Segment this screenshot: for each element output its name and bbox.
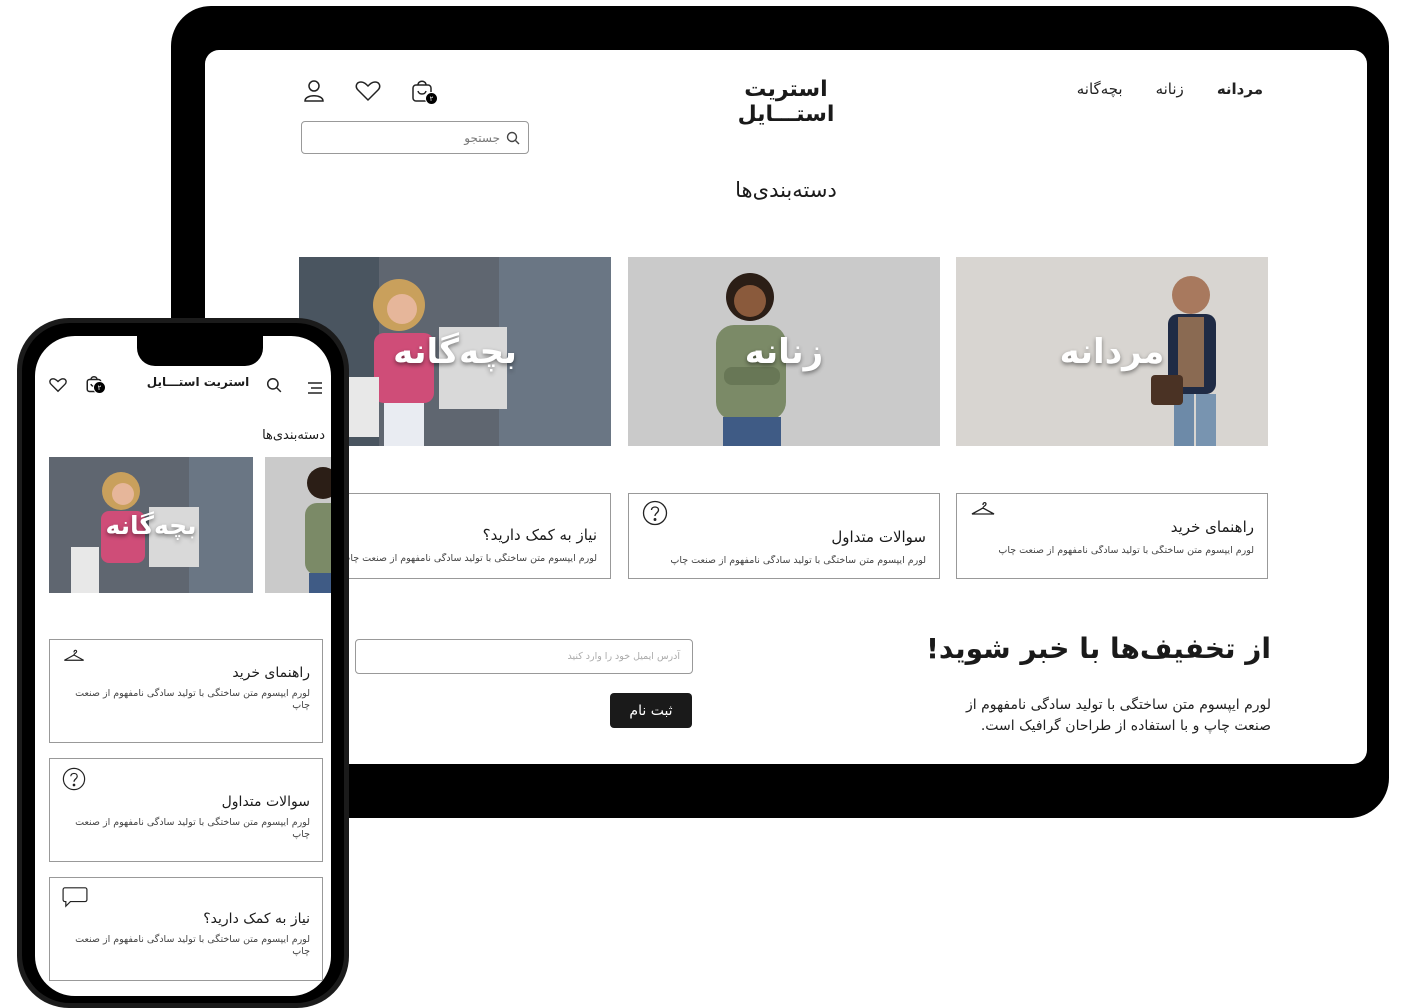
info-card-title: راهنمای خرید — [232, 665, 310, 681]
cart-count-badge: ۲ — [93, 381, 106, 394]
info-card-title: سوالات متداول — [831, 528, 926, 546]
newsletter-text: لورم ایپسوم متن ساختگی با تولید سادگی نا… — [965, 697, 1271, 734]
newsletter-title: از تخفیف‌ها با خبر شوید! — [926, 632, 1271, 665]
nav-men[interactable]: مردانه — [1217, 80, 1263, 98]
cart-icon[interactable]: ۲ — [409, 78, 438, 105]
main-nav: مردانه زنانه بچه‌گانه — [1077, 80, 1263, 98]
menu-icon[interactable] — [307, 379, 323, 398]
mobile-screen: ۲ استریت استـــایل دسته‌بندی‌ها — [35, 336, 331, 996]
info-card-desc: لورم ایپسوم متن ساختگی با تولید سادگی نا… — [75, 817, 310, 840]
info-card-desc: لورم ایپسوم متن ساختگی با تولید سادگی نا… — [341, 553, 597, 564]
tablet-frame: مردانه زنانه بچه‌گانه استریت استـــایل ۲… — [171, 6, 1389, 818]
info-card-desc: لورم ایپسوم متن ساختگی با تولید سادگی نا… — [670, 555, 926, 566]
email-field[interactable]: آدرس ایمیل خود را وارد کنید — [355, 639, 693, 674]
info-card-faq[interactable]: سوالات متداول لورم ایپسوم متن ساختگی با … — [628, 493, 940, 579]
info-card-title: سوالات متداول — [221, 794, 310, 810]
hanger-icon — [64, 649, 84, 661]
category-label: زنانه — [744, 331, 824, 372]
phone-frame: ۲ استریت استـــایل دسته‌بندی‌ها — [17, 318, 349, 1008]
phone-notch — [137, 336, 263, 366]
question-icon — [62, 767, 86, 791]
question-icon — [642, 500, 668, 526]
search-icon — [506, 131, 520, 144]
heart-icon[interactable] — [49, 377, 67, 397]
hanger-icon — [971, 501, 995, 515]
categories-title: دسته‌بندی‌ها — [262, 428, 325, 443]
info-card-desc: لورم ایپسوم متن ساختگی با تولید سادگی نا… — [75, 934, 310, 957]
cart-count-badge: ۲ — [425, 92, 438, 105]
category-card-women[interactable]: زنانه — [628, 257, 940, 446]
site-logo[interactable]: استریت استـــایل — [143, 375, 253, 389]
search-icon[interactable] — [266, 377, 282, 397]
chat-icon — [62, 887, 88, 908]
category-label: بچه‌گانه — [105, 510, 197, 540]
info-card-shopping-guide[interactable]: راهنمای خرید لورم ایپسوم متن ساختگی با ت… — [956, 493, 1268, 579]
category-card-women[interactable] — [265, 457, 331, 593]
categories-title: دسته‌بندی‌ها — [735, 178, 837, 202]
category-label: مردانه — [1059, 331, 1165, 372]
nav-kids[interactable]: بچه‌گانه — [1077, 80, 1123, 98]
desktop-screen: مردانه زنانه بچه‌گانه استریت استـــایل ۲… — [205, 50, 1367, 764]
subscribe-button[interactable]: ثبت نام — [610, 693, 692, 728]
user-icon[interactable] — [301, 78, 327, 104]
info-card-title: نیاز به کمک دارید؟ — [203, 911, 310, 927]
info-card-desc: لورم ایپسوم متن ساختگی با تولید سادگی نا… — [75, 688, 310, 711]
cart-icon[interactable]: ۲ — [85, 375, 106, 394]
info-card-title: نیاز به کمک دارید؟ — [482, 526, 597, 544]
info-card-help[interactable]: نیاز به کمک دارید؟ لورم ایپسوم متن ساختگ… — [49, 877, 323, 981]
info-card-title: راهنمای خرید — [1170, 518, 1254, 536]
search-input[interactable]: جستجو — [301, 121, 529, 154]
category-card-men[interactable]: مردانه — [956, 257, 1268, 446]
nav-women[interactable]: زنانه — [1156, 80, 1184, 98]
info-card-faq[interactable]: سوالات متداول لورم ایپسوم متن ساختگی با … — [49, 758, 323, 862]
phone-bezel: ۲ استریت استـــایل دسته‌بندی‌ها — [22, 323, 344, 1003]
header-icons: ۲ — [301, 78, 438, 105]
search-placeholder: جستجو — [464, 130, 500, 145]
site-logo[interactable]: استریت استـــایل — [698, 77, 874, 127]
info-card-shopping-guide[interactable]: راهنمای خرید لورم ایپسوم متن ساختگی با ت… — [49, 639, 323, 743]
category-card-kids[interactable]: بچه‌گانه — [49, 457, 253, 593]
heart-icon[interactable] — [355, 78, 381, 104]
info-card-desc: لورم ایپسوم متن ساختگی با تولید سادگی نا… — [998, 545, 1254, 556]
